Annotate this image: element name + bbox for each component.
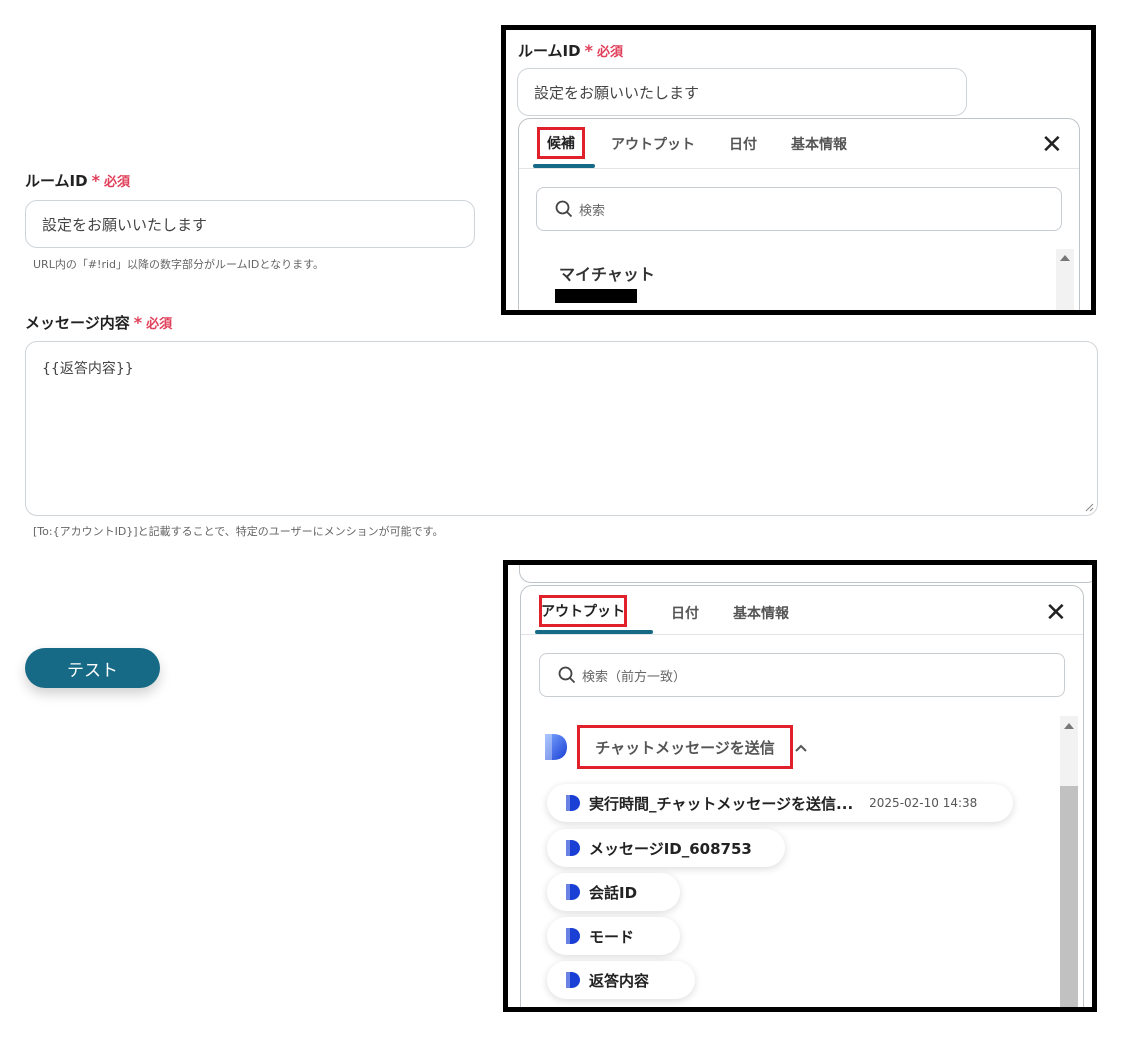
room-id-label: ルームID * 必須 — [25, 170, 130, 191]
tab-basic-info-label: 基本情報 — [733, 606, 789, 622]
tab-output[interactable]: アウトプット — [611, 134, 695, 154]
dify-logo-icon — [566, 840, 580, 856]
tab-date[interactable]: 日付 — [671, 603, 699, 623]
room-id-label-text: ルームID — [25, 172, 88, 190]
tab-basic-info[interactable]: 基本情報 — [791, 134, 847, 154]
test-button[interactable]: テスト — [25, 648, 160, 688]
room-id-input-value: 設定をお願いいたします — [42, 215, 208, 234]
scroll-up-arrow-icon[interactable] — [1064, 723, 1074, 729]
bottom-popup-frame: アウトプット 日付 基本情報 ✕ 検索（前方一致） チャットメッセージを送信 実… — [503, 560, 1097, 1012]
popup-room-id-input[interactable]: 設定をお願いいたします — [517, 68, 967, 116]
top-popup-frame: ルームID * 必須 設定をお願いいたします 候補 アウトプット 日付 基本情報… — [501, 25, 1096, 315]
message-label-text: メッセージ内容 — [25, 314, 130, 332]
tab-candidates-label: 候補 — [547, 136, 575, 152]
tab-basic-info[interactable]: 基本情報 — [733, 603, 789, 623]
background-edge — [1092, 215, 1093, 315]
previous-input-edge — [519, 565, 1092, 583]
required-star-icon: * — [584, 41, 593, 60]
output-item-timestamp: 2025-02-10 14:38 — [869, 796, 978, 810]
room-id-input[interactable]: 設定をお願いいたします — [25, 200, 475, 248]
bottom-search-input[interactable]: 検索（前方一致） — [539, 653, 1065, 697]
scrollbar-thumb[interactable] — [1060, 786, 1078, 1007]
search-icon — [558, 666, 576, 684]
required-badge: 必須 — [596, 45, 623, 60]
output-item[interactable]: 会話ID — [547, 873, 680, 911]
output-item-label: 会話ID — [589, 883, 638, 902]
tab-date-label: 日付 — [671, 606, 699, 622]
close-icon[interactable]: ✕ — [1045, 600, 1067, 626]
resize-handle-icon[interactable] — [1084, 502, 1094, 512]
dify-logo-icon — [566, 795, 580, 811]
top-suggestion-panel: 候補 アウトプット 日付 基本情報 ✕ 検索 マイチャット — [518, 118, 1080, 310]
popup-room-id-label-text: ルームID — [518, 42, 581, 60]
bottom-search-placeholder: 検索（前方一致） — [582, 669, 687, 685]
output-item-label: 実行時間_チャットメッセージを送信... — [589, 794, 854, 813]
popup-room-id-input-value: 設定をお願いいたします — [534, 83, 700, 102]
popup-room-id-label: ルームID * 必須 — [518, 40, 623, 61]
output-item-label: モード — [589, 927, 635, 946]
scrollbar[interactable] — [1056, 249, 1074, 310]
scrollbar[interactable] — [1060, 716, 1078, 1007]
tab-date[interactable]: 日付 — [729, 134, 757, 154]
close-icon[interactable]: ✕ — [1041, 132, 1063, 158]
tab-output-label: アウトプット — [541, 604, 625, 620]
bottom-output-panel: アウトプット 日付 基本情報 ✕ 検索（前方一致） チャットメッセージを送信 実… — [520, 585, 1084, 1007]
required-badge: 必須 — [146, 317, 173, 332]
output-item[interactable]: モード — [547, 917, 680, 955]
group-title[interactable]: チャットメッセージを送信 — [577, 725, 793, 769]
tab-output[interactable]: アウトプット — [539, 595, 627, 627]
tab-divider — [519, 168, 1079, 169]
output-item[interactable]: メッセージID_608753 — [547, 829, 785, 867]
message-label: メッセージ内容 * 必須 — [25, 312, 172, 333]
required-star-icon: * — [91, 171, 100, 190]
message-hint: [To:{アカウントID}]と記載することで、特定のユーザーにメンションが可能で… — [33, 525, 444, 538]
group-title-label: チャットメッセージを送信 — [595, 738, 775, 757]
redacted-block — [555, 289, 637, 303]
tab-date-label: 日付 — [729, 137, 757, 153]
output-item-label: メッセージID_608753 — [589, 839, 752, 858]
tab-basic-info-label: 基本情報 — [791, 137, 847, 153]
chevron-up-icon[interactable] — [794, 743, 808, 753]
output-item[interactable]: 実行時間_チャットメッセージを送信... 2025-02-10 14:38 — [547, 784, 1013, 822]
message-textarea[interactable]: {{返答内容}} — [25, 341, 1098, 516]
scroll-up-arrow-icon[interactable] — [1060, 255, 1070, 261]
dify-logo-icon — [566, 884, 580, 900]
required-star-icon: * — [133, 313, 143, 332]
tab-output-label: アウトプット — [611, 137, 695, 153]
dify-logo-icon — [566, 928, 580, 944]
dify-logo-icon — [566, 972, 580, 988]
dify-logo-icon — [545, 734, 567, 760]
top-search-input[interactable]: 検索 — [536, 187, 1062, 231]
output-item[interactable]: 返答内容 — [547, 961, 695, 999]
suggestion-item-title[interactable]: マイチャット — [559, 261, 655, 285]
test-button-label: テスト — [67, 660, 118, 681]
tab-divider — [521, 634, 1083, 635]
tab-candidates[interactable]: 候補 — [537, 127, 585, 159]
required-badge: 必須 — [103, 175, 130, 190]
top-search-placeholder: 検索 — [579, 203, 606, 219]
message-textarea-value: {{返答内容}} — [42, 361, 134, 377]
room-id-hint: URL内の「#!rid」以降の数字部分がルームIDとなります。 — [33, 258, 324, 271]
search-icon — [555, 200, 573, 218]
output-item-label: 返答内容 — [589, 971, 650, 990]
